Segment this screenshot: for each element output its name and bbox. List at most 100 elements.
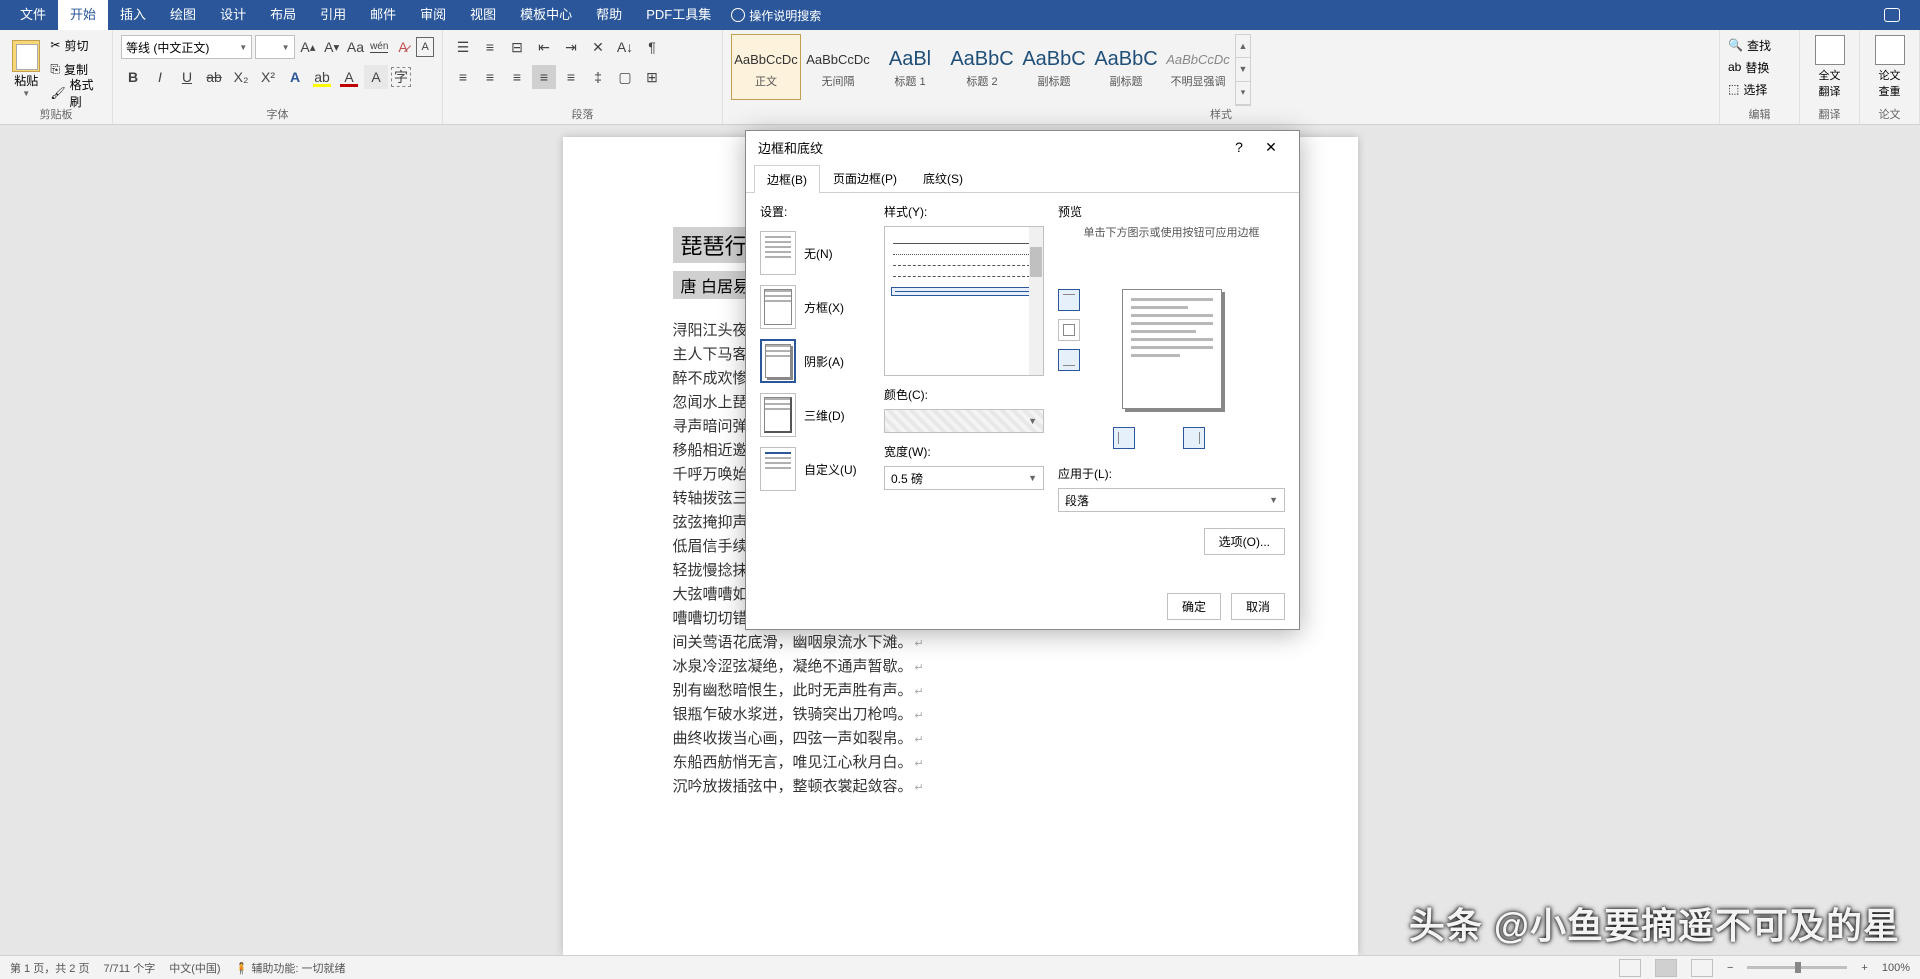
- font-size-combo[interactable]: ▼: [255, 35, 294, 59]
- phonetic-guide-button[interactable]: wén: [369, 35, 390, 59]
- color-combo[interactable]: ▼: [884, 409, 1044, 433]
- grow-font-button[interactable]: A▴: [298, 35, 319, 59]
- dialog-help-button[interactable]: ?: [1223, 139, 1255, 155]
- highlight-button[interactable]: ab: [310, 65, 334, 89]
- status-language[interactable]: 中文(中国): [169, 960, 220, 976]
- line-spacing-button[interactable]: ‡: [586, 65, 610, 89]
- view-print-button[interactable]: [1655, 959, 1677, 977]
- italic-button[interactable]: I: [148, 65, 172, 89]
- zoom-in-button[interactable]: +: [1861, 962, 1867, 974]
- doc-line[interactable]: 冰泉冷涩弦凝绝，凝绝不通声暂歇。: [673, 655, 1248, 679]
- paper-check-button[interactable]: 论文 查重: [1868, 34, 1911, 100]
- view-web-button[interactable]: [1691, 959, 1713, 977]
- zoom-out-button[interactable]: −: [1727, 962, 1733, 974]
- preview-document[interactable]: [1122, 289, 1222, 409]
- strike-button[interactable]: ab: [202, 65, 226, 89]
- edge-top-button[interactable]: [1058, 289, 1080, 311]
- menu-design[interactable]: 设计: [208, 0, 258, 30]
- menu-layout[interactable]: 布局: [258, 0, 308, 30]
- shading-button[interactable]: ▢: [613, 65, 637, 89]
- edge-bottom-button[interactable]: [1058, 349, 1080, 371]
- doc-title[interactable]: 琵琶行: [673, 227, 755, 263]
- change-case-button[interactable]: Aa: [345, 35, 366, 59]
- doc-line[interactable]: 曲终收拨当心画，四弦一声如裂帛。: [673, 727, 1248, 751]
- style-heading1[interactable]: AaBl标题 1: [875, 34, 945, 100]
- bullets-button[interactable]: ☰: [451, 35, 475, 59]
- translate-button[interactable]: 全文 翻译: [1808, 34, 1851, 100]
- align-right-button[interactable]: ≡: [505, 65, 529, 89]
- menu-draw[interactable]: 绘图: [158, 0, 208, 30]
- apply-to-combo[interactable]: 段落▼: [1058, 488, 1285, 512]
- edge-left-button[interactable]: [1113, 427, 1135, 449]
- font-name-combo[interactable]: 等线 (中文正文)▼: [121, 35, 252, 59]
- multilevel-button[interactable]: ⊟: [505, 35, 529, 59]
- menu-mailings[interactable]: 邮件: [358, 0, 408, 30]
- menu-references[interactable]: 引用: [308, 0, 358, 30]
- zoom-slider[interactable]: [1747, 966, 1847, 969]
- setting-none[interactable]: 无(N): [760, 226, 870, 280]
- find-button[interactable]: 🔍查找: [1728, 34, 1791, 56]
- menu-insert[interactable]: 插入: [108, 0, 158, 30]
- doc-line[interactable]: 银瓶乍破水浆迸，铁骑突出刀枪鸣。: [673, 703, 1248, 727]
- justify-button[interactable]: ≡: [532, 65, 556, 89]
- gallery-more-button[interactable]: ▾: [1236, 82, 1250, 105]
- decrease-indent-button[interactable]: ⇤: [532, 35, 556, 59]
- style-normal[interactable]: AaBbCcDc正文: [731, 34, 801, 100]
- select-button[interactable]: ⬚选择: [1728, 78, 1791, 100]
- doc-line[interactable]: 间关莺语花底滑，幽咽泉流水下滩。: [673, 631, 1248, 655]
- menu-templates[interactable]: 模板中心: [508, 0, 584, 30]
- dialog-titlebar[interactable]: 边框和底纹 ? ✕: [746, 131, 1299, 163]
- comments-icon[interactable]: [1884, 8, 1900, 22]
- menu-file[interactable]: 文件: [8, 0, 58, 30]
- borders-button[interactable]: ⊞: [640, 65, 664, 89]
- style-subtle-emphasis[interactable]: AaBbCcDc不明显强调: [1163, 34, 1233, 100]
- numbering-button[interactable]: ≡: [478, 35, 502, 59]
- doc-line[interactable]: 沉吟放拨插弦中，整顿衣裳起敛容。: [673, 775, 1248, 799]
- status-accessibility[interactable]: 🧍 辅助功能: 一切就绪: [235, 960, 346, 976]
- shrink-font-button[interactable]: A▾: [321, 35, 342, 59]
- sort-button[interactable]: A↓: [613, 35, 637, 59]
- gallery-up-button[interactable]: ▲: [1236, 35, 1250, 58]
- menu-home[interactable]: 开始: [58, 0, 108, 30]
- width-combo[interactable]: 0.5 磅▼: [884, 466, 1044, 490]
- cut-button[interactable]: ✂剪切: [46, 34, 104, 56]
- status-words[interactable]: 7/711 个字: [103, 960, 155, 976]
- tell-me-search[interactable]: 操作说明搜索: [731, 7, 821, 24]
- subscript-button[interactable]: X₂: [229, 65, 253, 89]
- setting-shadow[interactable]: 阴影(A): [760, 334, 870, 388]
- align-center-button[interactable]: ≡: [478, 65, 502, 89]
- bold-button[interactable]: B: [121, 65, 145, 89]
- clear-format-button[interactable]: A̷: [393, 35, 414, 59]
- tab-page-border[interactable]: 页面边框(P): [820, 164, 910, 192]
- doc-line[interactable]: 东船西舫悄无言，唯见江心秋月白。: [673, 751, 1248, 775]
- text-effects-button[interactable]: A: [283, 65, 307, 89]
- setting-custom[interactable]: 自定义(U): [760, 442, 870, 496]
- status-page[interactable]: 第 1 页，共 2 页: [10, 960, 89, 976]
- options-button[interactable]: 选项(O)...: [1204, 528, 1285, 555]
- char-border-button[interactable]: 字: [391, 67, 411, 87]
- style-scrollbar[interactable]: [1029, 227, 1043, 375]
- ok-button[interactable]: 确定: [1167, 593, 1221, 620]
- char-shading-button[interactable]: A: [364, 65, 388, 89]
- menu-review[interactable]: 审阅: [408, 0, 458, 30]
- dialog-close-button[interactable]: ✕: [1255, 139, 1287, 156]
- underline-button[interactable]: U: [175, 65, 199, 89]
- setting-box[interactable]: 方框(X): [760, 280, 870, 334]
- view-read-button[interactable]: [1619, 959, 1641, 977]
- style-no-spacing[interactable]: AaBbCcDc无间隔: [803, 34, 873, 100]
- format-painter-button[interactable]: 🖌格式刷: [46, 82, 104, 104]
- setting-3d[interactable]: 三维(D): [760, 388, 870, 442]
- superscript-button[interactable]: X²: [256, 65, 280, 89]
- tab-borders[interactable]: 边框(B): [754, 165, 820, 193]
- doc-line[interactable]: 别有幽愁暗恨生，此时无声胜有声。: [673, 679, 1248, 703]
- asian-layout-button[interactable]: ✕: [586, 35, 610, 59]
- replace-button[interactable]: ab替换: [1728, 56, 1791, 78]
- tab-shading[interactable]: 底纹(S): [910, 164, 976, 192]
- edge-hmid-button[interactable]: [1058, 319, 1080, 341]
- align-left-button[interactable]: ≡: [451, 65, 475, 89]
- style-subtitle[interactable]: AaBbC副标题: [1019, 34, 1089, 100]
- show-marks-button[interactable]: ¶: [640, 35, 664, 59]
- style-subtitle2[interactable]: AaBbC副标题: [1091, 34, 1161, 100]
- menu-pdf-tools[interactable]: PDF工具集: [634, 0, 723, 30]
- zoom-level[interactable]: 100%: [1882, 962, 1910, 974]
